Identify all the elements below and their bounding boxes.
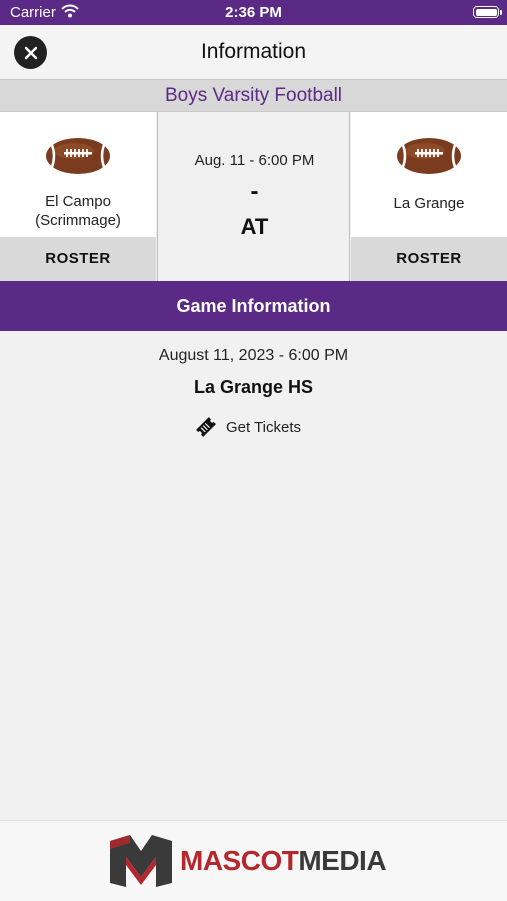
game-summary: Aug. 11 - 6:00 PM - AT [157,112,350,281]
get-tickets-link[interactable]: Get Tickets [194,414,301,440]
home-team-card: El Campo (Scrimmage) ROSTER [0,112,156,281]
football-icon [397,138,461,174]
footer: MASCOTMEDIA [0,820,507,901]
status-bar: Carrier 2:36 PM [0,0,507,25]
location-indicator: AT [240,214,269,239]
brand-media: MEDIA [298,845,387,876]
game-datetime: Aug. 11 - 6:00 PM [194,152,315,169]
away-team-card: La Grange ROSTER [351,112,507,281]
home-roster-button[interactable]: ROSTER [0,237,156,281]
ticket-icon [196,417,216,437]
clock: 2:36 PM [225,4,282,21]
score: - [250,178,259,205]
home-team-line2: (Scrimmage) [35,212,121,229]
get-tickets-label: Get Tickets [226,418,302,436]
battery-tip [500,10,502,15]
football-icon [46,138,110,174]
sport-title: Boys Varsity Football [0,79,507,112]
matchup-panel: El Campo (Scrimmage) ROSTER Aug. 11 - 6:… [0,112,507,281]
game-date: August 11, 2023 - 6:00 PM [158,347,349,364]
away-team-name: La Grange [393,195,465,212]
page-title: Information [200,40,307,63]
home-team-line1: El Campo [45,193,111,210]
brand-mascot: MASCOT [180,845,299,876]
home-team-name: El Campo (Scrimmage) [0,192,156,230]
brand-wordmark: MASCOTMEDIA [180,845,387,877]
game-information-header: Game Information [0,281,507,331]
battery-icon [473,6,499,18]
mascot-media-logo-icon [110,835,172,887]
navigation-bar: Information [0,25,507,79]
away-roster-button[interactable]: ROSTER [351,237,507,281]
game-venue: La Grange HS [193,377,314,397]
